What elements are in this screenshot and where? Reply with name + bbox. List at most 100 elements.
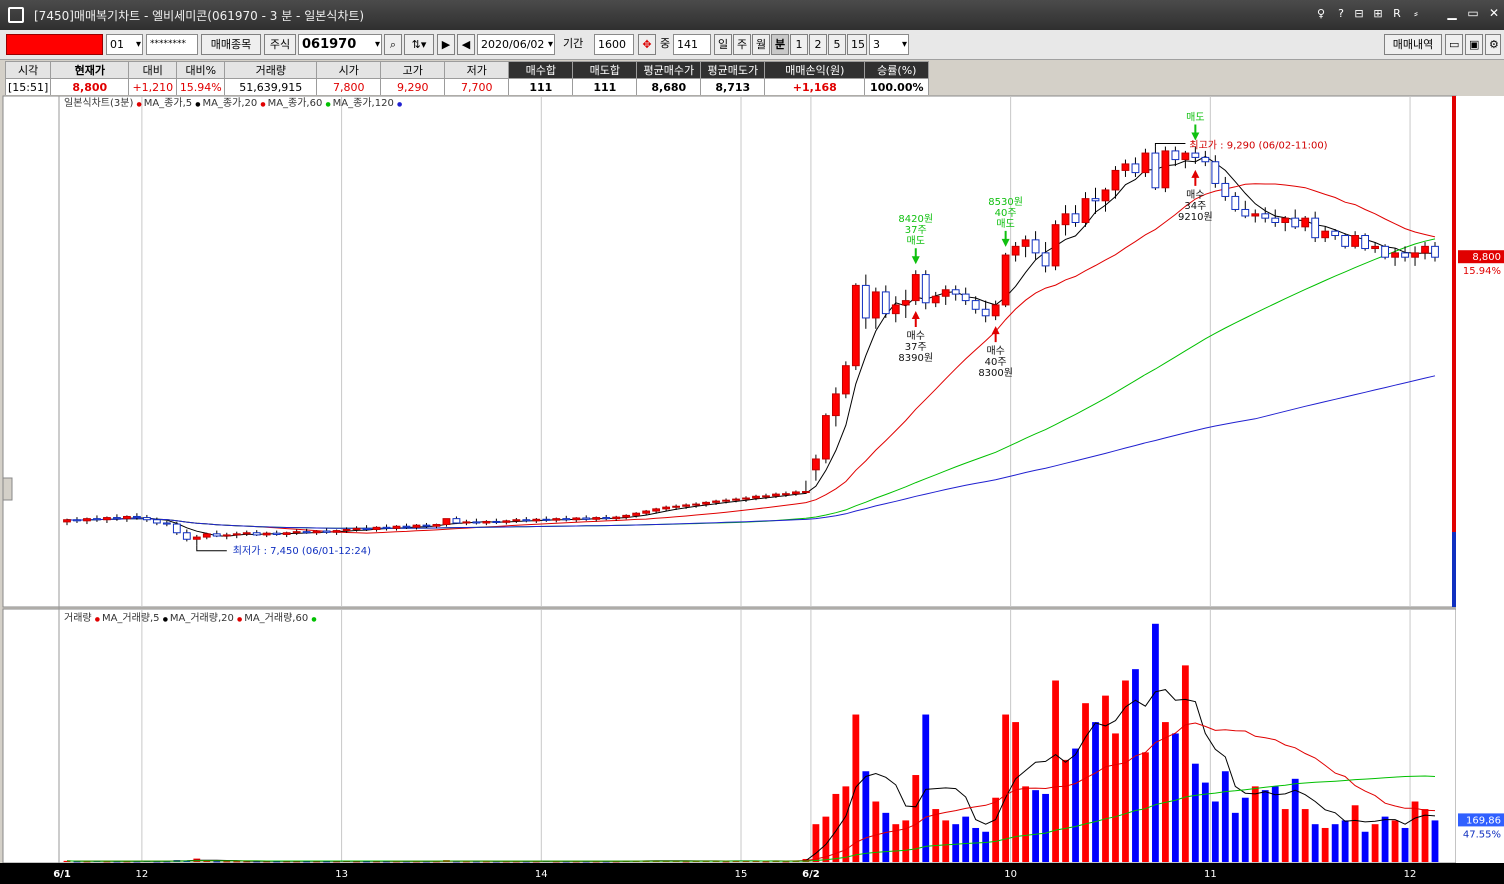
volume-bar <box>1321 827 1329 862</box>
candle-body <box>202 533 211 538</box>
candle-body <box>692 503 700 506</box>
next-icon[interactable]: ◀ <box>457 34 475 55</box>
candle-body <box>1141 152 1150 174</box>
stock-code-input[interactable]: 061970 <box>298 34 382 55</box>
prev-icon[interactable]: ▶ <box>437 34 455 55</box>
pin-icon[interactable]: ♀ <box>1314 6 1328 22</box>
scroll-bar-down <box>1452 532 1456 607</box>
candle-body <box>871 291 880 319</box>
candle-body <box>222 534 231 537</box>
password-field[interactable]: ******** <box>146 34 198 55</box>
account-field[interactable] <box>6 34 103 55</box>
candle-body <box>772 493 780 497</box>
high-price-label: 최고가 : 9,290 (06/02-11:00) <box>1189 140 1327 152</box>
save-icon[interactable]: ▣ <box>1465 34 1483 55</box>
header-open: 시가 <box>316 61 382 79</box>
interval-day[interactable]: 일 <box>714 34 732 55</box>
volume-bar <box>1331 824 1339 862</box>
volume-bar <box>1421 809 1429 862</box>
candle-body <box>1371 245 1379 250</box>
header-pnl: 매매손익(원) <box>764 61 866 79</box>
price-legend-text: MA_종가,20 <box>202 97 260 109</box>
candle-body <box>542 518 551 521</box>
chart-svg[interactable]: 6/1 12 13 14 15 6/2 10 11 12매도37주8420원매수37주8390원… <box>0 95 1504 884</box>
minimize-icon[interactable]: ▁ <box>1442 4 1462 22</box>
volume-bar <box>1112 733 1119 862</box>
volume-bar <box>1311 824 1319 862</box>
font-icon[interactable]: ⸗ <box>1409 6 1423 22</box>
candle-body <box>1321 230 1330 239</box>
buy-annotation: 매수 <box>907 330 925 342</box>
r-icon[interactable]: R <box>1390 6 1404 22</box>
period-input[interactable]: 1600 <box>594 34 634 55</box>
volume-bar <box>1022 786 1029 862</box>
candle-body <box>282 532 291 535</box>
candle-body <box>572 517 581 521</box>
sort-icon[interactable]: ⇅▾ <box>404 34 434 55</box>
candle-body <box>861 284 870 319</box>
collapse-handle[interactable] <box>2 477 13 501</box>
buy-annotation: 8390원 <box>898 352 933 364</box>
interval-5[interactable]: 5 <box>828 34 846 55</box>
volume-bar <box>1052 680 1059 862</box>
candle-body <box>472 521 481 524</box>
app-icon <box>8 7 24 23</box>
volume-bar <box>1032 790 1039 862</box>
link-icon[interactable]: ⊟ <box>1352 6 1366 22</box>
interval-custom[interactable]: 3 <box>869 34 909 55</box>
sell-annotation: 매도 <box>1186 112 1204 124</box>
candle-body <box>742 497 750 500</box>
zoom-icon[interactable]: ✥ <box>638 34 656 55</box>
date-picker[interactable]: 2020/06/02 <box>477 34 555 55</box>
buy-annotation: 매수 <box>1186 189 1204 201</box>
header-change-pct: 대비% <box>176 61 226 79</box>
help-icon[interactable]: ? <box>1334 6 1348 22</box>
volume-legend-text: MA_거래량,60 <box>244 612 311 624</box>
candle-body <box>492 520 501 523</box>
legend-color-dot: ● <box>137 101 144 108</box>
volume-bar <box>1301 809 1309 862</box>
price-legend-text: MA_종가,5 <box>144 97 196 109</box>
folder-icon[interactable]: ▭ <box>1445 34 1463 55</box>
interval-month[interactable]: 월 <box>752 34 770 55</box>
candle-body <box>162 522 171 525</box>
candle-body <box>422 524 431 527</box>
scroll-bar-up <box>1452 96 1456 532</box>
split-icon[interactable]: ⊞ <box>1371 6 1385 22</box>
candle-body <box>1131 163 1140 174</box>
candle-body <box>821 415 830 460</box>
candle-body <box>592 517 601 520</box>
interval-minute[interactable]: 분 <box>771 34 789 55</box>
volume-bar <box>1171 733 1179 862</box>
interval-15[interactable]: 15 <box>847 34 867 55</box>
trade-history-button[interactable]: 매매내역 <box>1384 34 1442 55</box>
mid-label: 중 <box>660 37 671 50</box>
candle-body <box>1361 235 1370 250</box>
interval-2[interactable]: 2 <box>809 34 827 55</box>
maximize-icon[interactable]: ▭ <box>1463 4 1483 22</box>
candle-body <box>1051 224 1060 267</box>
header-time: 시각 <box>4 61 52 79</box>
candle-body <box>152 519 161 524</box>
volume-bar <box>1162 722 1169 862</box>
interval-1[interactable]: 1 <box>790 34 808 55</box>
candle-body <box>252 532 261 536</box>
trade-item-button[interactable]: 매매종목 <box>201 34 261 55</box>
candle-body <box>911 274 920 302</box>
chart-area[interactable]: 6/1 12 13 14 15 6/2 10 11 12 매도 37주 8420원 매수 37주 8390원… <box>0 95 1504 884</box>
candle-body <box>512 519 521 522</box>
time-tick-label: 12 <box>136 869 149 880</box>
candle-body <box>782 493 790 496</box>
candle-body <box>1271 217 1280 223</box>
buy-annotation: 매수 <box>986 345 1004 357</box>
legend-color-dot: ● <box>237 616 244 623</box>
candle-body <box>1021 239 1030 247</box>
interval-week[interactable]: 주 <box>733 34 751 55</box>
settings-icon[interactable]: ⚙ <box>1485 34 1501 55</box>
candle-body <box>502 520 511 523</box>
count-input[interactable]: 141 <box>673 34 711 55</box>
search-icon[interactable]: ⌕ <box>384 34 402 55</box>
close-icon[interactable]: ✕ <box>1484 4 1504 22</box>
asset-type-button[interactable]: 주식 <box>264 34 296 55</box>
account-sub-select[interactable]: 01 <box>106 34 143 55</box>
